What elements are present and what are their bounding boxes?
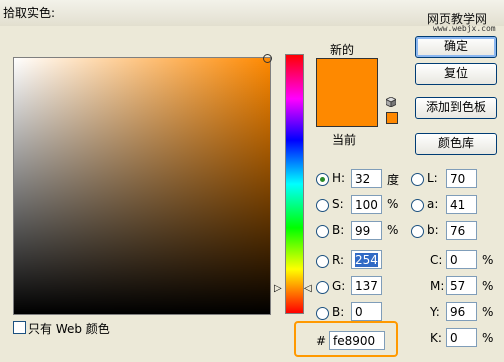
m-input[interactable]: 57 xyxy=(446,276,477,295)
l-label: L: xyxy=(427,171,438,185)
add-to-swatches-button[interactable]: 添加到色板 xyxy=(415,97,497,119)
hue-slider-right-arrow-icon[interactable]: ◁ xyxy=(304,283,312,294)
g-input[interactable]: 137 xyxy=(351,276,382,295)
k-input[interactable]: 0 xyxy=(446,328,477,347)
web-safe-cube-icon[interactable] xyxy=(386,97,396,107)
s-input[interactable]: 100 xyxy=(351,195,382,214)
current-color-swatch[interactable] xyxy=(316,98,378,127)
radio-l[interactable] xyxy=(411,173,424,186)
m-label: M: xyxy=(430,279,445,293)
radio-lab-b[interactable] xyxy=(411,225,424,238)
radio-b[interactable] xyxy=(316,225,329,238)
reset-button[interactable]: 复位 xyxy=(415,63,497,85)
y-label: Y: xyxy=(430,305,440,319)
window-title: 拾取实色: xyxy=(3,6,56,20)
radio-r[interactable] xyxy=(316,255,329,268)
radio-s[interactable] xyxy=(316,199,329,212)
r-input[interactable]: 254 xyxy=(351,250,382,269)
web-only-checkbox[interactable] xyxy=(13,321,26,334)
a-label: a: xyxy=(427,197,439,211)
hue-slider-left-arrow-icon[interactable]: ▷ xyxy=(274,283,282,294)
c-input[interactable]: 0 xyxy=(446,250,477,269)
c-unit: % xyxy=(482,253,494,267)
h-unit: 度 xyxy=(387,173,400,187)
y-unit: % xyxy=(482,305,494,319)
new-color-swatch xyxy=(316,58,378,99)
b-rgb-input[interactable]: 0 xyxy=(351,302,382,321)
hex-input[interactable]: fe8900 xyxy=(329,331,385,350)
color-field-marker[interactable] xyxy=(263,54,272,63)
hue-slider[interactable] xyxy=(285,54,304,314)
a-input[interactable]: 41 xyxy=(446,195,477,214)
radio-g[interactable] xyxy=(316,281,329,294)
radio-b-rgb[interactable] xyxy=(316,307,329,320)
m-unit: % xyxy=(482,279,494,293)
b-unit: % xyxy=(387,223,399,237)
color-libraries-button[interactable]: 颜色库 xyxy=(415,133,497,155)
k-unit: % xyxy=(482,331,494,345)
h-input[interactable]: 32 xyxy=(351,169,382,188)
b-label: B: xyxy=(332,223,345,237)
s-unit: % xyxy=(387,197,399,211)
new-color-label: 新的 xyxy=(330,43,355,57)
h-label: H: xyxy=(332,171,346,185)
watermark-url: www.webjx.com xyxy=(433,24,496,33)
radio-h[interactable] xyxy=(316,173,329,186)
radio-a[interactable] xyxy=(411,199,424,212)
g-label: G: xyxy=(332,279,346,293)
ok-button[interactable]: 确定 xyxy=(415,36,497,58)
k-label: K: xyxy=(430,331,442,345)
web-only-label: 只有 Web 颜色 xyxy=(28,322,110,336)
lab-b-input[interactable]: 76 xyxy=(446,221,477,240)
lab-b-label: b: xyxy=(427,223,439,237)
s-label: S: xyxy=(332,197,344,211)
l-input[interactable]: 70 xyxy=(446,169,477,188)
r-label: R: xyxy=(332,253,345,267)
c-label: C: xyxy=(430,253,443,267)
web-safe-color-swatch[interactable] xyxy=(386,112,398,124)
hex-label: # xyxy=(316,334,327,348)
color-field[interactable] xyxy=(13,57,271,315)
b-input[interactable]: 99 xyxy=(351,221,382,240)
current-color-label: 当前 xyxy=(332,133,357,147)
y-input[interactable]: 96 xyxy=(446,302,477,321)
b-rgb-label: B: xyxy=(332,305,345,319)
